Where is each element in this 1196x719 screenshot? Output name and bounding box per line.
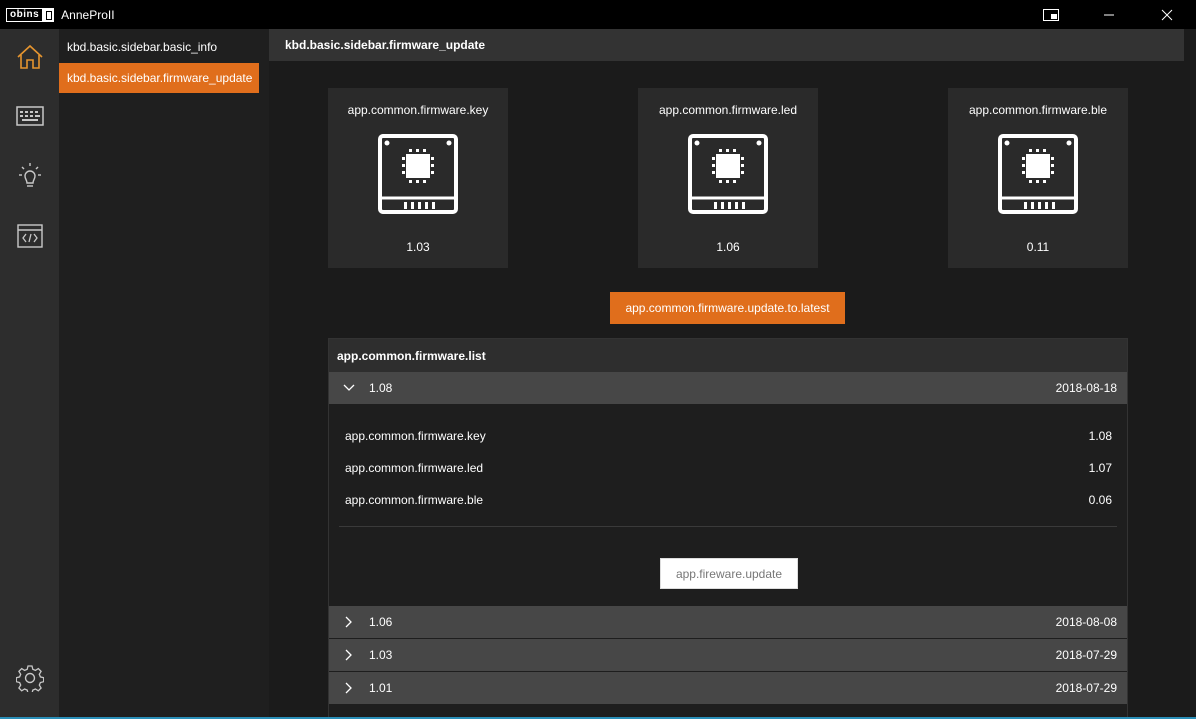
divider <box>339 526 1117 527</box>
obins-logo: obins <box>6 7 55 22</box>
title-bar: obins AnneProII <box>0 0 1196 29</box>
chevron-down-icon <box>329 384 369 392</box>
release-date: 2018-08-08 <box>1055 615 1117 629</box>
logo-mark-icon <box>42 8 54 21</box>
firmware-card-ble: app.common.firmware.ble 0.11 <box>948 88 1128 268</box>
release-detail-row: app.common.firmware.key 1.08 <box>345 429 1112 443</box>
sidebar-item-basic-info[interactable]: kbd.basic.sidebar.basic_info <box>59 32 259 62</box>
release-version: 1.01 <box>369 681 393 695</box>
update-to-latest-button[interactable]: app.common.firmware.update.to.latest <box>610 292 845 324</box>
picture-in-picture-icon <box>1043 8 1059 21</box>
sidebar-item-firmware-update[interactable]: kbd.basic.sidebar.firmware_update <box>59 63 259 93</box>
app-window: obins AnneProII kbd.basic.sidebar.basic_… <box>0 0 1196 719</box>
release-detail-row: app.common.firmware.led 1.07 <box>345 461 1112 475</box>
compact-overlay-button[interactable] <box>1022 0 1080 29</box>
rail-home-button[interactable] <box>0 30 59 84</box>
release-row-1-01[interactable]: 1.01 2018-07-29 <box>329 672 1127 704</box>
card-version: 0.11 <box>1026 240 1050 254</box>
firmware-list: app.common.firmware.list 1.08 2018-08-18… <box>328 338 1128 719</box>
chevron-right-icon <box>329 616 369 628</box>
chip-icon <box>688 134 768 214</box>
rail-macro-button[interactable] <box>0 209 59 263</box>
minimize-icon <box>1104 14 1114 15</box>
keyboard-icon <box>15 106 44 126</box>
logo-text: obins <box>10 8 40 20</box>
card-title: app.common.firmware.key <box>347 103 489 117</box>
release-details: app.common.firmware.key 1.08 app.common.… <box>329 405 1127 606</box>
main-panel: kbd.basic.sidebar.firmware_update app.co… <box>269 29 1196 719</box>
close-button[interactable] <box>1138 0 1196 29</box>
firmware-card-led: app.common.firmware.led 1.06 <box>638 88 818 268</box>
icon-rail <box>0 29 59 719</box>
firmware-update-button[interactable]: app.fireware.update <box>660 558 798 589</box>
sidebar-item-label: kbd.basic.sidebar.firmware_update <box>67 71 253 85</box>
chevron-right-icon <box>329 649 369 661</box>
sidebar-item-label: kbd.basic.sidebar.basic_info <box>67 40 218 54</box>
rail-keyboard-button[interactable] <box>0 89 59 143</box>
chip-icon <box>998 134 1078 214</box>
release-row-1-06[interactable]: 1.06 2018-08-08 <box>329 606 1127 638</box>
firmware-card-key: app.common.firmware.key 1.03 <box>328 88 508 268</box>
release-date: 2018-07-29 <box>1055 648 1117 662</box>
detail-value: 1.07 <box>1088 461 1112 475</box>
chip-icon <box>378 134 458 214</box>
detail-name: app.common.firmware.led <box>345 461 484 475</box>
gear-icon <box>15 665 44 692</box>
card-title: app.common.firmware.led <box>658 103 798 117</box>
card-version: 1.03 <box>406 240 430 254</box>
app-title: AnneProII <box>61 7 115 22</box>
detail-value: 1.08 <box>1088 429 1112 443</box>
card-title: app.common.firmware.ble <box>968 103 1108 117</box>
release-version: 1.03 <box>369 648 393 662</box>
chevron-right-icon <box>329 682 369 694</box>
detail-value: 0.06 <box>1088 493 1112 507</box>
page-title: kbd.basic.sidebar.firmware_update <box>269 29 1184 61</box>
close-icon <box>1161 9 1173 20</box>
release-detail-row: app.common.firmware.ble 0.06 <box>345 493 1112 507</box>
release-row-1-03[interactable]: 1.03 2018-07-29 <box>329 639 1127 671</box>
rail-lighting-button[interactable] <box>0 149 59 203</box>
card-version: 1.06 <box>716 240 740 254</box>
sidebar: kbd.basic.sidebar.basic_info kbd.basic.s… <box>59 29 269 719</box>
detail-name: app.common.firmware.ble <box>345 493 484 507</box>
window-controls <box>1022 0 1196 29</box>
release-version: 1.08 <box>369 381 393 395</box>
firmware-cards: app.common.firmware.key 1.03 app.common.… <box>328 88 1128 268</box>
firmware-list-title: app.common.firmware.list <box>329 339 1127 372</box>
home-icon <box>16 44 43 69</box>
code-window-icon <box>16 224 43 248</box>
minimize-button[interactable] <box>1080 0 1138 29</box>
light-bulb-icon <box>18 163 41 187</box>
release-date: 2018-07-29 <box>1055 681 1117 695</box>
detail-name: app.common.firmware.key <box>345 429 486 443</box>
release-row-1-08[interactable]: 1.08 2018-08-18 <box>329 372 1127 404</box>
release-date: 2018-08-18 <box>1055 381 1117 395</box>
rail-settings-button[interactable] <box>0 651 59 705</box>
release-version: 1.06 <box>369 615 393 629</box>
